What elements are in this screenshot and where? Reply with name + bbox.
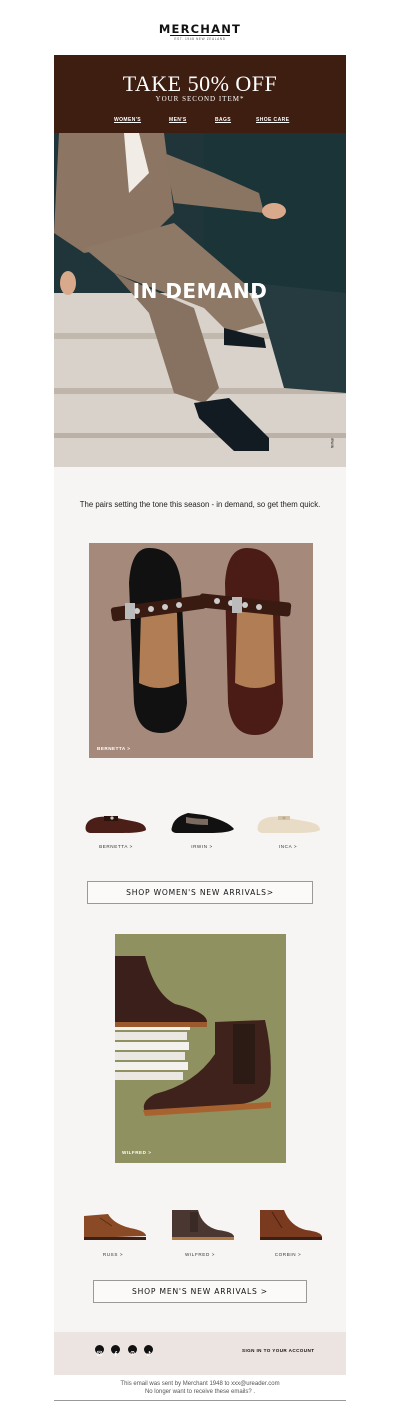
mens-feature-image[interactable]: WILFRED > xyxy=(115,934,286,1163)
instagram-icon[interactable] xyxy=(95,1345,104,1357)
intro-text: The pairs setting the tone this season -… xyxy=(79,500,321,509)
russ-shoe-image xyxy=(84,1214,146,1240)
nav-shoe-care[interactable]: SHOE CARE xyxy=(256,117,289,123)
womens-thumb-3[interactable] xyxy=(254,805,322,837)
mens-thumb-1-label[interactable]: RUSS > xyxy=(78,1252,148,1257)
nav-mens[interactable]: MEN'S xyxy=(169,117,187,123)
footer-band: SIGN IN TO YOUR ACCOUNT xyxy=(54,1332,346,1375)
content-section: The pairs setting the tone this season -… xyxy=(54,467,346,1332)
womens-thumb-3-label[interactable]: INCA > xyxy=(254,844,322,849)
womens-feature-image[interactable]: BERNETTA > xyxy=(89,543,313,758)
shop-womens-button[interactable]: SHOP WOMEN'S NEW ARRIVALS> xyxy=(87,881,313,904)
corbin-shoe-image xyxy=(260,1210,322,1240)
hero-title: IN DEMAND xyxy=(132,279,268,303)
brand-tagline: EST. 1948 NEW ZEALAND xyxy=(174,37,226,41)
womens-feature-label[interactable]: BERNETTA > xyxy=(97,746,130,751)
sent-by-text: This email was sent by Merchant 1948 to … xyxy=(120,1381,280,1387)
signin-link[interactable]: SIGN IN TO YOUR ACCOUNT xyxy=(242,1348,314,1353)
promo-banner[interactable]: TAKE 50% OFF YOUR SECOND ITEM* WOMEN'S M… xyxy=(54,55,346,133)
mens-thumb-2-label[interactable]: WILFRED > xyxy=(164,1252,236,1257)
hero-image[interactable]: IN DEMAND IRWIN xyxy=(54,133,346,467)
mens-thumb-3-label[interactable]: CORBIN > xyxy=(252,1252,324,1257)
inca-shoe-image xyxy=(257,816,320,833)
logo-rule xyxy=(170,35,230,36)
mens-thumb-2[interactable] xyxy=(164,1204,236,1244)
wilfred-shoe-image xyxy=(172,1210,234,1240)
womens-thumb-2[interactable] xyxy=(168,805,236,837)
nav-bags[interactable]: BAGS xyxy=(215,117,231,123)
unsubscribe-text[interactable]: No longer want to receive these emails? … xyxy=(0,1389,400,1395)
womens-thumb-2-label[interactable]: IRWIN > xyxy=(168,844,236,849)
brand-logo[interactable]: MERCHANT xyxy=(0,22,400,36)
shop-mens-button[interactable]: SHOP MEN'S NEW ARRIVALS > xyxy=(93,1280,307,1303)
promo-title: TAKE 50% OFF xyxy=(122,71,278,96)
mens-thumb-1[interactable] xyxy=(78,1204,148,1244)
womens-thumb-1[interactable] xyxy=(82,805,150,837)
mens-feature-photo xyxy=(115,934,286,1163)
irwin-shoe-image xyxy=(171,813,234,833)
mens-thumb-3[interactable] xyxy=(252,1204,324,1244)
mens-feature-label[interactable]: WILFRED > xyxy=(122,1150,151,1155)
womens-thumb-1-label[interactable]: BERNETTA > xyxy=(82,844,150,849)
nav-womens[interactable]: WOMEN'S xyxy=(114,117,141,123)
facebook-icon[interactable] xyxy=(111,1345,120,1357)
hero-product-tag: IRWIN xyxy=(330,438,334,449)
footer-rule xyxy=(54,1400,346,1401)
bernetta-shoe-image xyxy=(85,816,146,833)
promo-subtitle: YOUR SECOND ITEM* xyxy=(155,95,245,103)
womens-feature-photo xyxy=(89,543,313,758)
pinterest-icon[interactable] xyxy=(128,1345,137,1356)
tiktok-icon[interactable] xyxy=(144,1345,153,1356)
